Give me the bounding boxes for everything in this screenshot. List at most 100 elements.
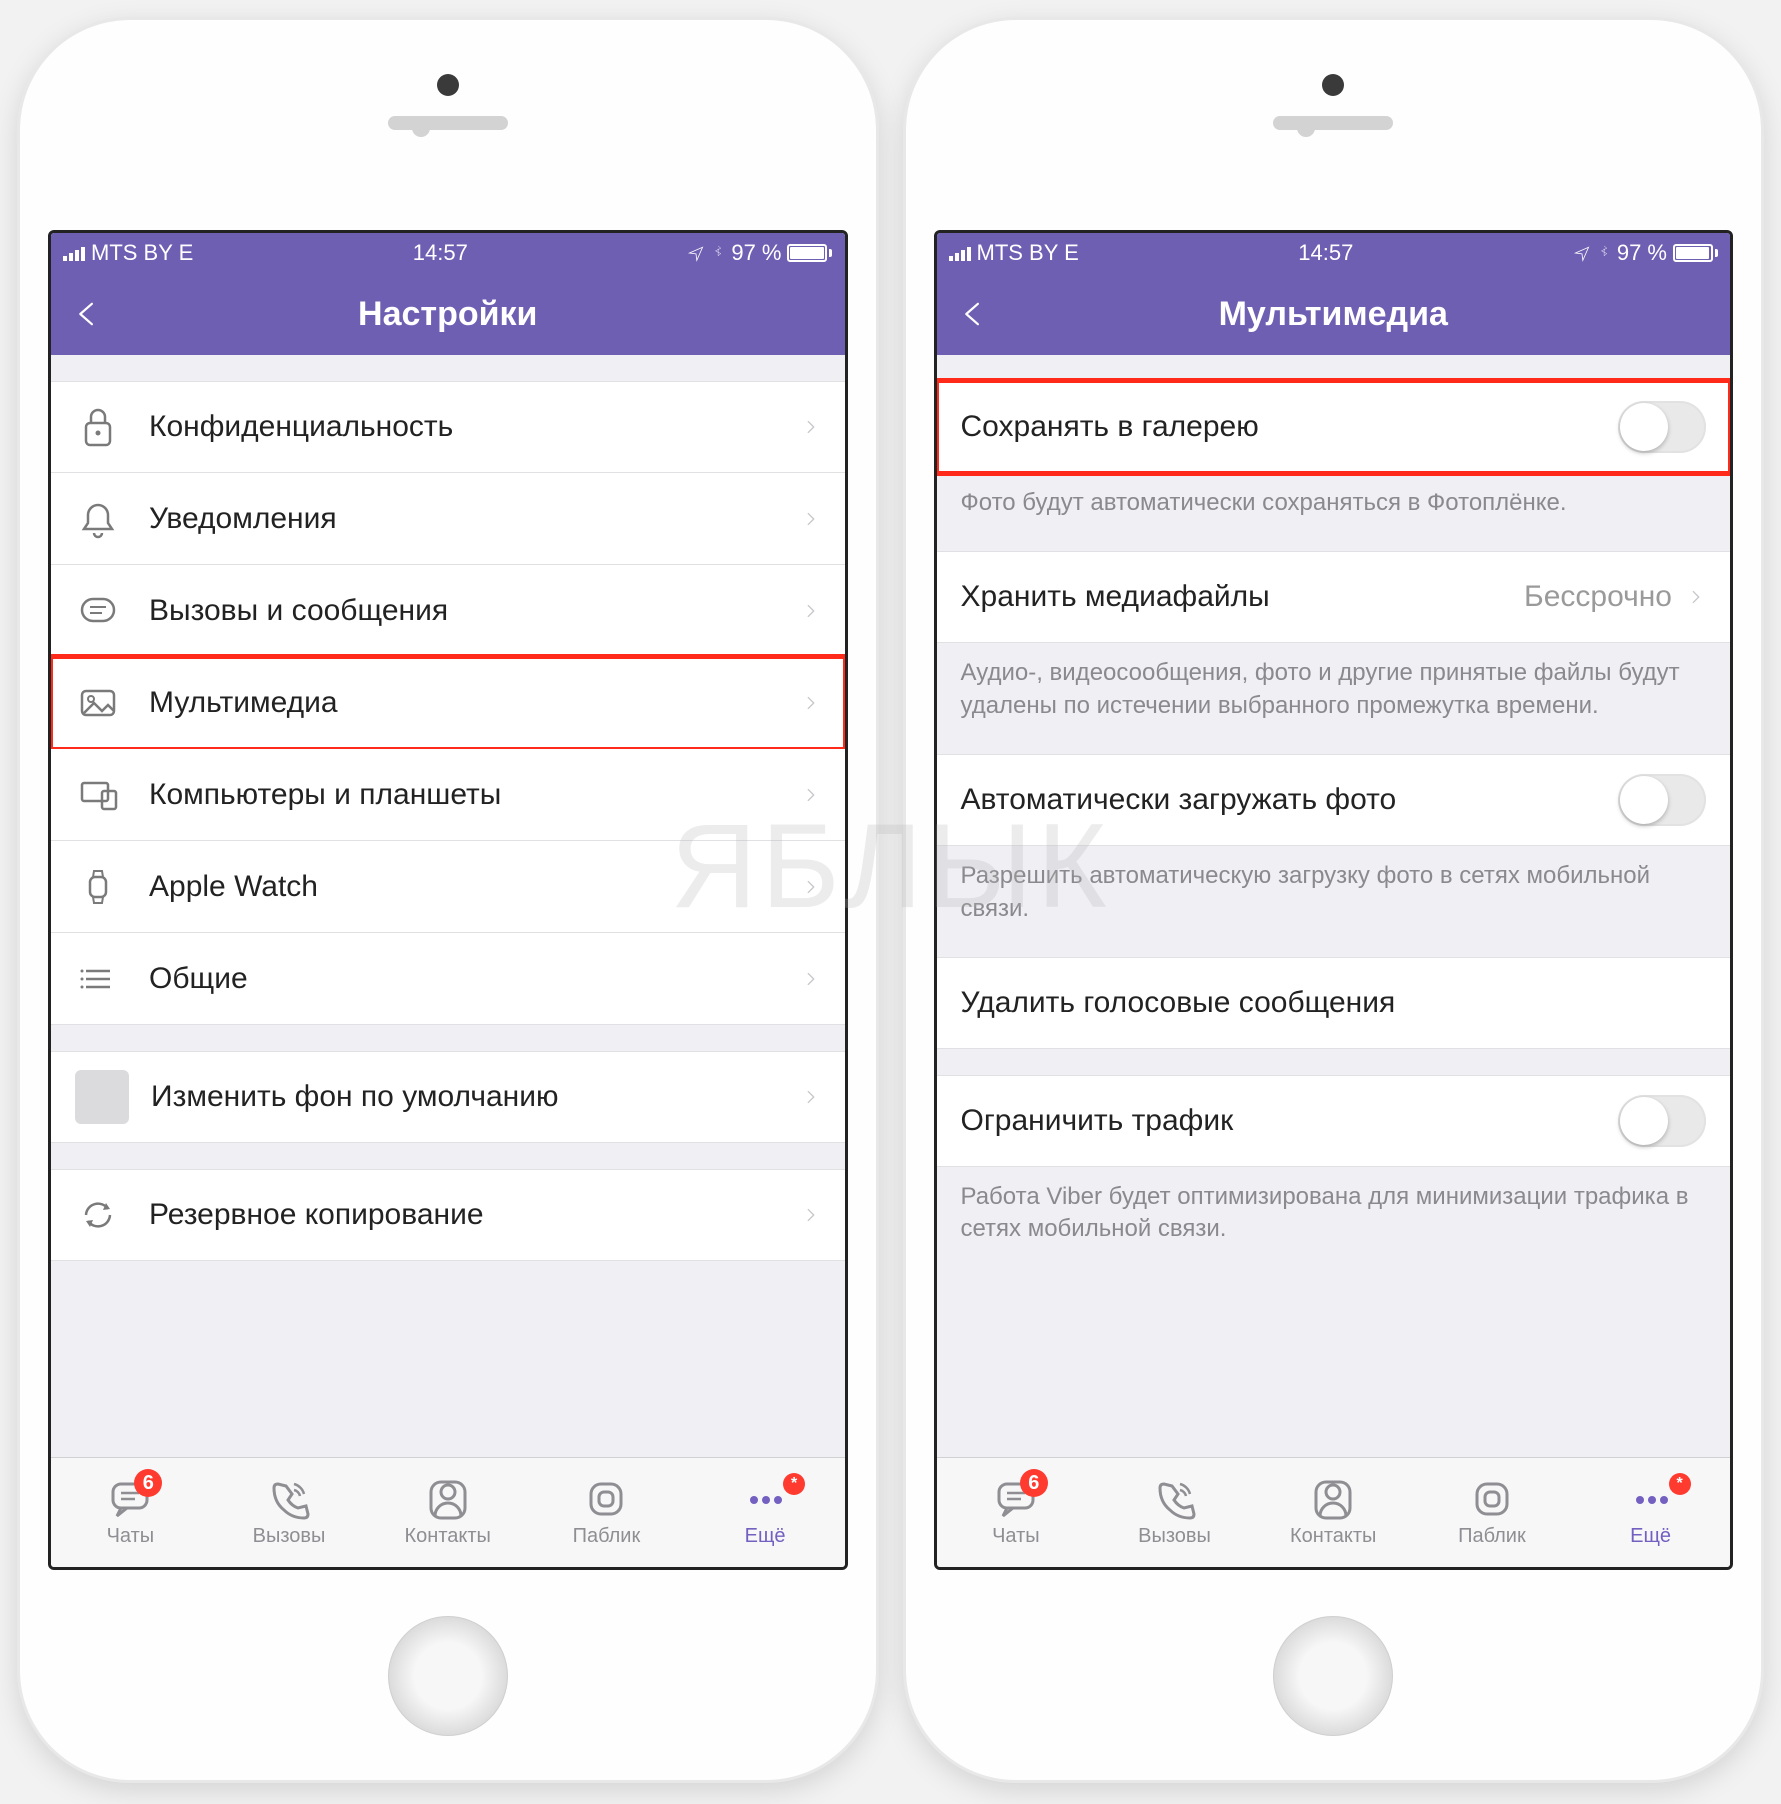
row-label: Общие xyxy=(149,962,801,996)
back-button[interactable] xyxy=(955,294,995,334)
home-button[interactable] xyxy=(1273,1616,1393,1736)
watch-icon xyxy=(75,864,121,910)
tab-public-icon xyxy=(1467,1477,1517,1521)
phone-right: MTS BY E 14:57 97 % Мультимедиа Сохранят… xyxy=(906,20,1762,1780)
badge: * xyxy=(1669,1473,1691,1495)
signal-icon xyxy=(949,245,971,261)
settings-content: КонфиденциальностьУведомления Вызовы и со… xyxy=(51,355,845,1457)
chevron-right-icon xyxy=(801,780,821,810)
autoload-toggle[interactable] xyxy=(1618,774,1706,826)
nav-bar: Настройки xyxy=(51,273,845,355)
chevron-right-icon xyxy=(801,688,821,718)
tab-label: Вызовы xyxy=(1138,1525,1211,1548)
chevron-right-icon xyxy=(801,964,821,994)
tab-chats-icon: 6 xyxy=(991,1477,1041,1521)
row-watch[interactable]: Apple Watch xyxy=(51,841,845,933)
nav-title: Мультимедиа xyxy=(1219,295,1448,334)
badge: * xyxy=(783,1473,805,1495)
badge: 6 xyxy=(134,1469,162,1497)
row-image[interactable]: Мультимедиа xyxy=(51,657,845,749)
row-label: Резервное копирование xyxy=(149,1198,801,1232)
media-content: Сохранять в галерею Фото будут автоматич… xyxy=(937,355,1731,1457)
save-gallery-toggle[interactable] xyxy=(1618,401,1706,453)
location-icon xyxy=(1573,244,1591,262)
row-save-to-gallery[interactable]: Сохранять в галерею xyxy=(937,381,1731,473)
row-value: Бессрочно xyxy=(1524,580,1672,614)
tab-label: Паблик xyxy=(573,1525,641,1548)
row-change-background[interactable]: Изменить фон по умолчанию xyxy=(51,1051,845,1143)
tab-calls[interactable]: Вызовы xyxy=(210,1477,369,1548)
chevron-right-icon xyxy=(801,412,821,442)
tab-label: Ещё xyxy=(745,1525,786,1548)
back-button[interactable] xyxy=(69,294,109,334)
tab-chats[interactable]: 6 Чаты xyxy=(937,1477,1096,1548)
row-lock[interactable]: Конфиденциальность xyxy=(51,381,845,473)
status-time: 14:57 xyxy=(1298,240,1353,266)
row-limit-traffic[interactable]: Ограничить трафик xyxy=(937,1075,1731,1167)
tab-chats-icon: 6 xyxy=(105,1477,155,1521)
row-label: Мультимедиа xyxy=(149,686,801,720)
tab-contacts-icon xyxy=(423,1477,473,1521)
row-delete-voice[interactable]: Удалить голосовые сообщения xyxy=(937,957,1731,1049)
tab-more-icon: * xyxy=(1626,1477,1676,1521)
message-icon xyxy=(75,588,121,634)
bluetooth-icon xyxy=(711,243,725,263)
bell-icon xyxy=(75,496,121,542)
row-label: Изменить фон по умолчанию xyxy=(151,1080,801,1114)
row-store-media[interactable]: Хранить медиафайлы Бессрочно xyxy=(937,551,1731,643)
status-bar: MTS BY E 14:57 97 % xyxy=(51,233,845,273)
tab-chats[interactable]: 6 Чаты xyxy=(51,1477,210,1548)
footer-store-media: Аудио-, видеосообщения, фото и другие пр… xyxy=(937,643,1731,728)
tab-more[interactable]: *Ещё xyxy=(686,1477,845,1548)
tab-calls-icon xyxy=(1150,1477,1200,1521)
row-backup[interactable]: Резервное копирование xyxy=(51,1169,845,1261)
chevron-right-icon xyxy=(801,504,821,534)
tab-contacts[interactable]: Контакты xyxy=(368,1477,527,1548)
footer-save-gallery: Фото будут автоматически сохраняться в Ф… xyxy=(937,473,1731,525)
tab-label: Вызовы xyxy=(253,1525,326,1548)
chevron-right-icon xyxy=(801,1082,821,1112)
carrier-label: MTS BY E xyxy=(977,240,1079,266)
badge: 6 xyxy=(1020,1469,1048,1497)
wallpaper-thumbnail-icon xyxy=(75,1070,129,1124)
signal-icon xyxy=(63,245,85,261)
row-label: Удалить голосовые сообщения xyxy=(961,986,1707,1020)
status-time: 14:57 xyxy=(413,240,468,266)
refresh-icon xyxy=(75,1192,121,1238)
row-devices[interactable]: Компьютеры и планшеты xyxy=(51,749,845,841)
row-label: Вызовы и сообщения xyxy=(149,594,801,628)
tab-calls[interactable]: Вызовы xyxy=(1095,1477,1254,1548)
row-label: Хранить медиафайлы xyxy=(961,580,1525,614)
row-message[interactable]: Вызовы и сообщения xyxy=(51,565,845,657)
tab-public[interactable]: Паблик xyxy=(1413,1477,1572,1548)
tab-contacts[interactable]: Контакты xyxy=(1254,1477,1413,1548)
row-label: Ограничить трафик xyxy=(961,1104,1619,1138)
tab-public-icon xyxy=(581,1477,631,1521)
tab-bar: 6ЧатыВызовыКонтактыПаблик*Ещё xyxy=(51,1457,845,1567)
image-icon xyxy=(75,680,121,726)
battery-percent: 97 % xyxy=(1617,240,1667,266)
location-icon xyxy=(687,244,705,262)
devices-icon xyxy=(75,772,121,818)
battery-percent: 97 % xyxy=(731,240,781,266)
footer-limit-traffic: Работа Viber будет оптимизирована для ми… xyxy=(937,1167,1731,1252)
tab-label: Чаты xyxy=(992,1525,1040,1548)
nav-title: Настройки xyxy=(358,295,537,334)
tab-public[interactable]: Паблик xyxy=(527,1477,686,1548)
phone-left: MTS BY E 14:57 97 % Настройки Конфиденци… xyxy=(20,20,876,1780)
tab-label: Контакты xyxy=(1290,1525,1376,1548)
tab-label: Чаты xyxy=(107,1525,155,1548)
limit-traffic-toggle[interactable] xyxy=(1618,1095,1706,1147)
row-list[interactable]: Общие xyxy=(51,933,845,1025)
chevron-right-icon xyxy=(801,872,821,902)
tab-contacts-icon xyxy=(1308,1477,1358,1521)
row-bell[interactable]: Уведомления xyxy=(51,473,845,565)
list-icon xyxy=(75,956,121,1002)
home-button[interactable] xyxy=(388,1616,508,1736)
nav-bar: Мультимедиа xyxy=(937,273,1731,355)
tab-label: Контакты xyxy=(405,1525,491,1548)
tab-more[interactable]: *Ещё xyxy=(1571,1477,1730,1548)
row-label: Компьютеры и планшеты xyxy=(149,778,801,812)
row-autoload-photo[interactable]: Автоматически загружать фото xyxy=(937,754,1731,846)
carrier-label: MTS BY E xyxy=(91,240,193,266)
